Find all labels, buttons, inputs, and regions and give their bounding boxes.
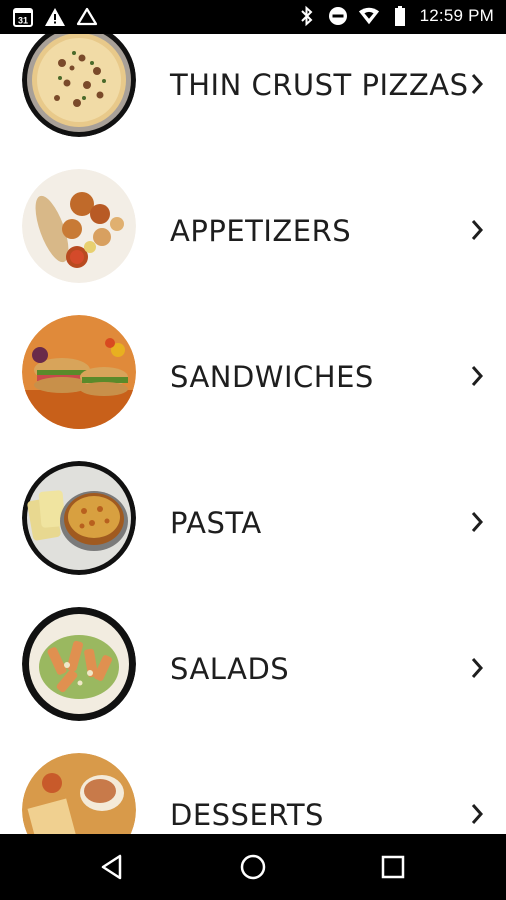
pasta-image [22,461,136,575]
menu-item-label: SALADS [170,652,290,686]
wifi-icon [358,5,380,27]
desserts-image [22,753,136,834]
calendar-icon: 31 [12,6,34,28]
chevron-right-icon [466,801,488,827]
chevron-right-icon [466,363,488,389]
pizza-image [22,34,136,137]
recents-icon[interactable] [376,850,410,884]
menu-item-label: SANDWICHES [170,360,374,394]
menu-item-salads[interactable]: SALADS [0,591,506,737]
do-not-disturb-icon [327,5,349,27]
status-time: 12:59 PM [419,6,494,25]
menu-item-label: PASTA [170,506,262,540]
menu-item-label: DESSERTS [170,798,324,832]
menu-item-desserts[interactable]: DESSERTS [0,737,506,834]
menu-item-thin-crust-pizzas[interactable]: THIN CRUST PIZZAS [0,34,506,153]
menu-item-appetizers[interactable]: APPETIZERS [0,153,506,299]
chevron-right-icon [466,71,488,97]
navigation-bar [0,834,506,900]
sandwiches-image [22,315,136,429]
menu-item-label: APPETIZERS [170,214,352,248]
home-icon[interactable] [236,850,270,884]
menu-item-sandwiches[interactable]: SANDWICHES [0,299,506,445]
status-bar: 31 12:59 PM [0,0,506,34]
menu-item-pasta[interactable]: PASTA [0,445,506,591]
calendar-day: 31 [18,16,28,26]
bluetooth-icon [296,5,318,27]
chevron-right-icon [466,655,488,681]
back-icon[interactable] [96,850,130,884]
salads-image [22,607,136,721]
chevron-right-icon [466,217,488,243]
warning-icon [44,6,66,28]
menu-list[interactable]: THIN CRUST PIZZAS APPETIZERS SANDWICHES … [0,34,506,834]
battery-icon [389,5,411,27]
chevron-right-icon [466,509,488,535]
menu-item-label: THIN CRUST PIZZAS [170,68,469,102]
drive-icon [76,6,98,28]
appetizers-image [22,169,136,283]
